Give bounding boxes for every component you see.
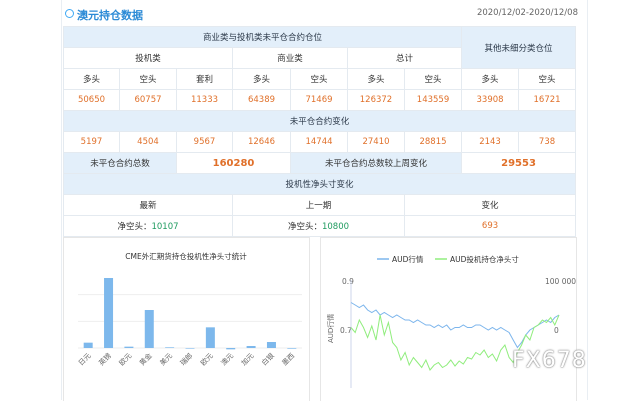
change-cell: 9567 [176,131,233,153]
date-range: 2020/12/02-2020/12/08 [476,8,578,18]
legend: AUD行情 AUD投机持仓净头寸 [377,254,519,264]
net-position-bar-chart: CME外汇期货持仓投机性净头寸统计 日元 英镑 欧元 黄金 美元 瑞郎 欧元 澳元 加元 白银 墨西 [63,237,310,401]
bar-category-label: 澳元 [219,351,235,367]
section-header: 澳元持仓数据 2020/12/02-2020/12/08 [61,4,586,24]
bar-category-label: 瑞郎 [178,351,194,367]
spec-col-row: 最新 上一期 变化 [63,194,577,216]
change-header: 未平仓合约变化 [62,110,577,132]
value-row: 50650 60757 11333 64389 71469 126372 143… [63,89,577,111]
week-change-label: 未平仓合约总数较上周变化 [289,152,463,174]
col-header: 空头 [403,68,463,90]
positions-table: 商业类与投机类未平仓合约仓位 其他未细分类仓位 投机类 商业类 总计 多头 空头… [62,26,577,237]
week-change-value: 29553 [461,152,577,174]
left-tick: 0.7 [340,326,352,335]
group-commercial: 商业类 [232,47,348,69]
col-header: 空头 [119,68,177,90]
bar-category-label: 日元 [77,352,93,368]
bar-category-label: 欧元 [199,351,215,367]
spec-value-row: 净空头：10107 净空头：10800 693 [63,215,577,237]
spec-header: 投机性净头寸变化 [62,173,577,195]
value-cell: 11333 [176,89,233,111]
top-header: 商业类与投机类未平仓合约仓位 [62,26,463,48]
col-header: 套利 [176,68,233,90]
bar-加元[interactable] [246,346,256,348]
legend-position-label[interactable]: AUD投机持仓净头寸 [450,254,519,264]
col-header: 空头 [290,68,348,90]
bar-category-label: 墨西 [281,352,297,368]
col-header: 多头 [461,68,520,90]
bar-日元[interactable] [83,342,93,348]
aud-line-chart: AUD行情 AUD投机持仓净头寸 0.9 0.7 100 000 0 AUD行情 [320,237,577,401]
value-cell: 126372 [347,89,405,111]
left-tick: 0.9 [342,277,354,286]
bar-黄金[interactable] [144,310,154,348]
bar-category-label: 美元 [158,351,174,367]
bar-白银[interactable] [266,342,276,348]
y-axis-label: AUD行情 [326,314,335,343]
value-cell: 60757 [119,89,177,111]
right-tick: 100 000 [545,277,576,286]
col-header: 多头 [232,68,291,90]
bar-chart-svg: CME外汇期货持仓投机性净头寸统计 日元 英镑 欧元 黄金 美元 瑞郎 欧元 澳元 加元 白银 墨西 [77,251,302,368]
bar-category-label: 英镑 [97,351,113,367]
group-total: 总计 [346,47,463,69]
change-cell: 738 [518,131,577,153]
spec-col-change: 变化 [403,194,577,216]
line-chart-svg: AUD行情 AUD投机持仓净头寸 0.9 0.7 100 000 0 AUD行情 [326,254,576,388]
bar-category-label: 白银 [260,351,276,367]
spec-latest: 净空头：10107 [63,215,233,237]
change-cell: 12646 [232,131,291,153]
spec-col-previous: 上一期 [232,194,405,216]
total-row: 未平仓合约总数 160280 未平仓合约总数较上周变化 29553 [63,152,577,174]
col-header: 多头 [347,68,405,90]
spec-change-value: 693 [403,215,577,237]
section-title: 澳元持仓数据 [77,9,143,22]
other-header: 其他未细分类仓位 [461,26,577,69]
total-value: 160280 [176,152,291,174]
change-cell: 5197 [63,131,120,153]
bar-category-label: 黄金 [137,351,153,367]
col-header: 空头 [518,68,577,90]
value-cell: 64389 [232,89,291,111]
right-tick: 0 [554,326,559,335]
bar-美元[interactable] [165,347,175,348]
bar-chart-title: CME外汇期货持仓投机性净头寸统计 [125,251,247,261]
total-label: 未平仓合约总数 [63,152,177,174]
watermark-logo: FX678 [512,348,587,373]
value-cell: 33908 [461,89,520,111]
column-header-row: 多头 空头 套利 多头 空头 多头 空头 多头 空头 [63,68,577,90]
value-cell: 143559 [403,89,463,111]
group-speculative: 投机类 [63,47,233,69]
change-cell: 2143 [461,131,520,153]
change-row: 5197 4504 9567 12646 14744 27410 28815 2… [63,131,577,153]
value-cell: 50650 [63,89,120,111]
bar-category-label: 加元 [239,351,255,367]
bar-欧元[interactable] [205,327,215,348]
change-cell: 27410 [347,131,405,153]
bar-欧元[interactable] [124,346,134,348]
change-cell: 28815 [403,131,463,153]
bar-瑞郎[interactable] [185,348,195,349]
value-cell: 16721 [518,89,577,111]
spec-prev-label: 净空头： [287,222,322,232]
value-cell: 71469 [290,89,348,111]
spec-latest-label: 净空头： [117,222,152,232]
spec-prev-value: 10800 [321,222,350,232]
bar-澳元[interactable] [226,348,236,350]
spec-col-latest: 最新 [63,194,233,216]
spec-latest-value: 10107 [151,222,179,232]
bar-category-label: 欧元 [117,351,133,367]
legend-aud-label[interactable]: AUD行情 [392,254,424,264]
bar-英镑[interactable] [104,278,114,348]
spec-previous: 净空头：10800 [232,215,405,237]
circle-icon [65,9,74,18]
bar-墨西[interactable] [287,348,297,349]
col-header: 多头 [63,68,120,90]
change-cell: 14744 [290,131,348,153]
change-cell: 4504 [119,131,177,153]
